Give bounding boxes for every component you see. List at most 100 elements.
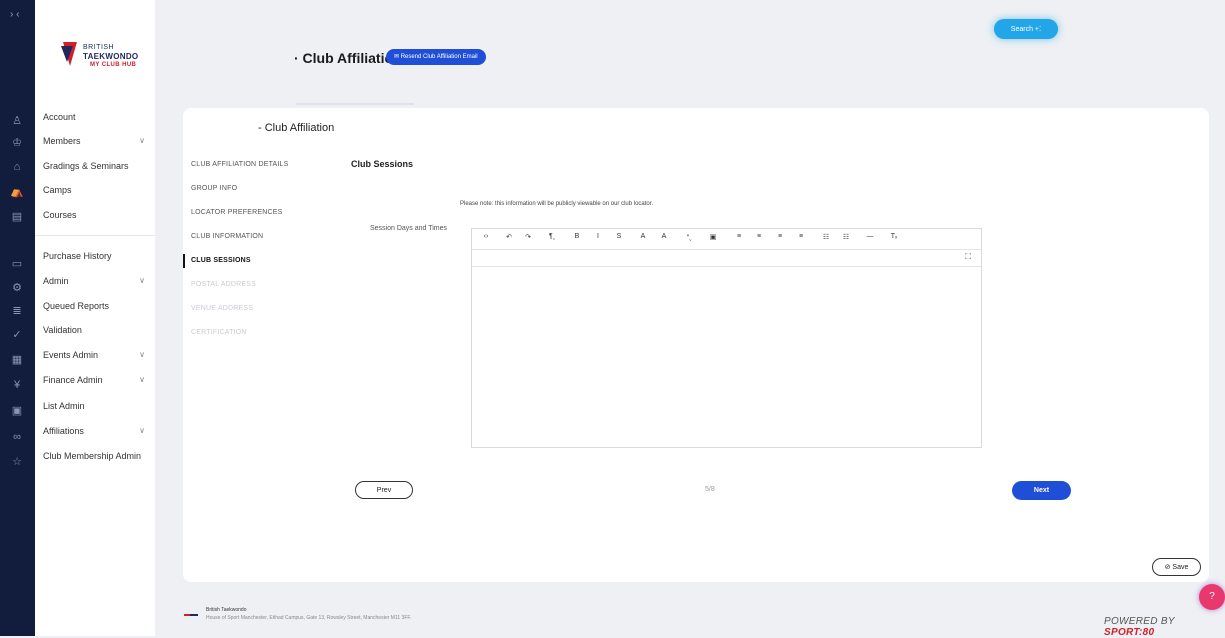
ordered-list-icon[interactable]: ☷ <box>820 233 832 241</box>
title-underline <box>296 103 414 105</box>
horizontal-rule-icon[interactable]: — <box>864 233 876 240</box>
calendar-icon[interactable]: ▦ <box>10 353 24 367</box>
sidebar-item-label: Validation <box>43 325 82 335</box>
powered-prefix: POWERED BY <box>1104 616 1175 627</box>
card-title: - Club Affiliation <box>258 122 335 134</box>
subscript-icon[interactable]: A <box>658 233 670 240</box>
session-days-editor[interactable]: ‹› ↶ ↷ ¶ˬ B I S A A ᐤˬ ▣ ≡ ≡ ≡ ≡ ☷ ☷ — Tₓ ⛶ <box>471 228 982 448</box>
bold-icon[interactable]: B <box>571 233 583 240</box>
sidebar-item-validation[interactable]: Validation <box>43 321 151 339</box>
image-icon[interactable]: ▣ <box>707 233 719 241</box>
logo-mark-icon <box>61 42 77 66</box>
align-center-icon[interactable]: ≡ <box>753 233 765 240</box>
sidebar-item-label: Club Membership Admin <box>43 451 142 461</box>
chevron-down-icon[interactable]: ∨ <box>139 422 145 440</box>
unordered-list-icon[interactable]: ☷ <box>840 233 852 241</box>
sidebar-item-courses[interactable]: Courses <box>43 206 151 224</box>
sidebar-item-label: Events Admin <box>43 350 99 360</box>
sidebar-item-finance-admin[interactable]: Finance Admin ∨ <box>43 371 151 389</box>
session-days-label: Session Days and Times <box>370 225 448 232</box>
users-icon[interactable]: ♔ <box>10 136 24 150</box>
sidebar-item-members[interactable]: Members ∨ <box>43 132 151 150</box>
sidebar: BRITISH TAEKWONDO MY CLUB HUB Account Mem… <box>35 0 155 636</box>
stack-icon[interactable]: ≣ <box>10 304 24 318</box>
tent-icon[interactable]: ⛺ <box>10 185 24 199</box>
handshake-icon[interactable]: ∞ <box>10 430 24 444</box>
align-justify-icon[interactable]: ≡ <box>795 233 807 240</box>
chevron-down-icon[interactable]: ∨ <box>139 371 145 389</box>
prev-button[interactable]: Prev <box>355 481 413 499</box>
logo-line-3: MY CLUB HUB <box>90 62 137 68</box>
sidebar-item-purchase-history[interactable]: Purchase History <box>43 247 151 265</box>
help-icon[interactable]: ? <box>1199 584 1225 610</box>
sidebar-divider <box>35 235 155 236</box>
undo-icon[interactable]: ↶ <box>503 233 515 241</box>
step-club-sessions[interactable]: CLUB SESSIONS <box>183 254 251 268</box>
sidebar-item-club-membership-admin[interactable]: Club Membership Admin <box>43 447 151 465</box>
logo-line-2: TAEKWONDO <box>83 52 139 61</box>
section-title: Club Sessions <box>351 159 414 169</box>
editor-content[interactable] <box>472 267 981 445</box>
user-icon[interactable]: ♙ <box>10 114 24 128</box>
sidebar-toggle-icon[interactable]: › ‹ <box>10 9 19 20</box>
align-right-icon[interactable]: ≡ <box>774 233 786 240</box>
step-postal-address: POSTAL ADDRESS <box>191 281 257 288</box>
icon-rail: › ‹ ♙ ♔ ⌂ ⛺ ▤ ▭ ⚙ ≣ ✓ ▦ ¥ ▣ ∞ ☆ <box>0 0 35 636</box>
step-locator-preferences[interactable]: LOCATOR PREFERENCES <box>191 206 282 220</box>
receipt-icon[interactable]: ▭ <box>10 257 24 271</box>
search-button[interactable]: Search +⁚ <box>994 19 1058 39</box>
sidebar-item-gradings-seminars[interactable]: Gradings & Seminars <box>43 157 151 175</box>
british-taekwondo-logo[interactable]: BRITISH TAEKWONDO MY CLUB HUB <box>59 40 159 76</box>
step-venue-address: VENUE ADDRESS <box>191 305 254 312</box>
list-icon[interactable]: ▣ <box>10 404 24 418</box>
graduation-icon[interactable]: ⌂ <box>10 160 24 174</box>
sidebar-item-label: Camps <box>43 185 72 195</box>
sidebar-item-label: Courses <box>43 210 77 220</box>
superscript-icon[interactable]: A <box>637 233 649 240</box>
redo-icon[interactable]: ↷ <box>522 233 534 241</box>
save-button[interactable]: ⊘ Save <box>1152 558 1201 576</box>
sidebar-item-label: Queued Reports <box>43 301 110 311</box>
affiliation-form-card: - Club Affiliation CLUB AFFILIATION DETA… <box>183 108 1209 582</box>
sidebar-item-label: Members <box>43 136 81 146</box>
sidebar-item-label: Gradings & Seminars <box>43 161 129 171</box>
fullscreen-icon[interactable]: ⛶ <box>965 252 971 262</box>
resend-email-button[interactable]: ✉ Resend Club Affiliation Email <box>386 49 486 65</box>
sidebar-item-events-admin[interactable]: Events Admin ∨ <box>43 346 151 364</box>
step-counter: 5/8 <box>705 486 715 493</box>
sidebar-item-queued-reports[interactable]: Queued Reports <box>43 297 151 315</box>
next-button[interactable]: Next <box>1012 481 1071 500</box>
editor-toolbar-secondary: ⛶ <box>472 250 981 267</box>
paragraph-icon[interactable]: ¶ˬ <box>546 233 558 240</box>
step-certification: CERTIFICATION <box>191 329 247 336</box>
logo-line-1: BRITISH <box>83 44 115 51</box>
step-group-info[interactable]: GROUP INFO <box>191 182 237 196</box>
gear-icon[interactable]: ⚙ <box>10 281 24 295</box>
link-icon[interactable]: ᐤˬ <box>683 233 695 241</box>
sidebar-item-account[interactable]: Account <box>43 108 151 126</box>
align-left-icon[interactable]: ≡ <box>733 233 745 240</box>
strikethrough-icon[interactable]: S <box>613 233 625 240</box>
coins-icon[interactable]: ¥ <box>10 378 24 392</box>
book-icon[interactable]: ▤ <box>10 210 24 224</box>
sidebar-item-camps[interactable]: Camps <box>43 181 151 199</box>
sidebar-item-affiliations[interactable]: Affiliations ∨ <box>43 422 151 440</box>
sidebar-item-admin[interactable]: Admin ∨ <box>43 272 151 290</box>
sidebar-item-label: Purchase History <box>43 251 112 261</box>
powered-by: POWERED BY SPORT:80 <box>1104 616 1225 638</box>
footer-logo-icon <box>184 614 198 616</box>
code-view-icon[interactable]: ‹› <box>480 233 492 240</box>
check-circle-icon[interactable]: ✓ <box>10 328 24 342</box>
chevron-down-icon[interactable]: ∨ <box>139 132 145 150</box>
chevron-down-icon[interactable]: ∨ <box>139 272 145 290</box>
footer-address: House of Sport Manchester, Etihad Campus… <box>206 615 412 621</box>
clear-format-icon[interactable]: Tₓ <box>888 233 900 240</box>
chevron-down-icon[interactable]: ∨ <box>139 346 145 364</box>
italic-icon[interactable]: I <box>592 233 604 240</box>
step-club-affiliation-details[interactable]: CLUB AFFILIATION DETAILS <box>191 158 289 172</box>
badge-icon[interactable]: ☆ <box>10 455 24 469</box>
sidebar-item-label: List Admin <box>43 401 85 411</box>
sidebar-item-label: Affiliations <box>43 426 84 436</box>
sidebar-item-list-admin[interactable]: List Admin <box>43 397 151 415</box>
step-club-information[interactable]: CLUB INFORMATION <box>191 230 263 244</box>
